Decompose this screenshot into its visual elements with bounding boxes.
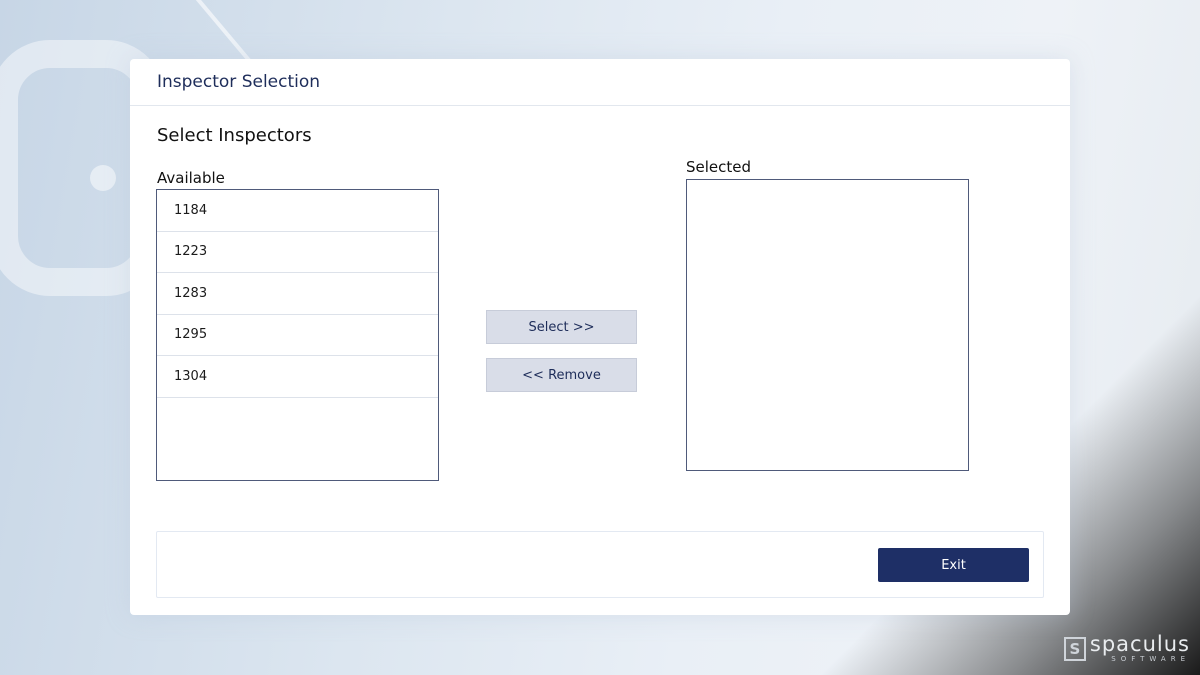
watermark-subtext: SOFTWARE xyxy=(1111,655,1190,663)
selected-listbox[interactable] xyxy=(686,179,969,471)
background-logo-dot xyxy=(90,165,116,191)
select-button[interactable]: Select >> xyxy=(486,310,637,344)
section-title: Select Inspectors xyxy=(157,125,312,146)
dialog-title: Inspector Selection xyxy=(157,72,321,92)
list-item[interactable]: 1184 xyxy=(157,190,438,232)
watermark-brand: spaculus xyxy=(1089,632,1190,656)
inspector-selection-dialog: Inspector Selection Select Inspectors Av… xyxy=(130,59,1070,615)
list-item[interactable]: 1304 xyxy=(157,356,438,398)
list-item[interactable]: 1223 xyxy=(157,232,438,273)
available-listbox[interactable]: 1184 1223 1283 1295 1304 xyxy=(156,189,439,481)
spaculus-logo-icon: S xyxy=(1063,636,1086,661)
selected-label: Selected xyxy=(686,158,752,176)
exit-button[interactable]: Exit xyxy=(878,548,1029,582)
dialog-footer: Exit xyxy=(156,531,1044,598)
remove-button[interactable]: << Remove xyxy=(486,358,637,392)
list-item[interactable]: 1283 xyxy=(157,273,438,315)
spaculus-watermark: S spaculus SOFTWARE xyxy=(1063,632,1190,663)
list-item[interactable]: 1295 xyxy=(157,315,438,356)
dialog-header: Inspector Selection xyxy=(130,59,1070,106)
available-label: Available xyxy=(157,169,225,187)
